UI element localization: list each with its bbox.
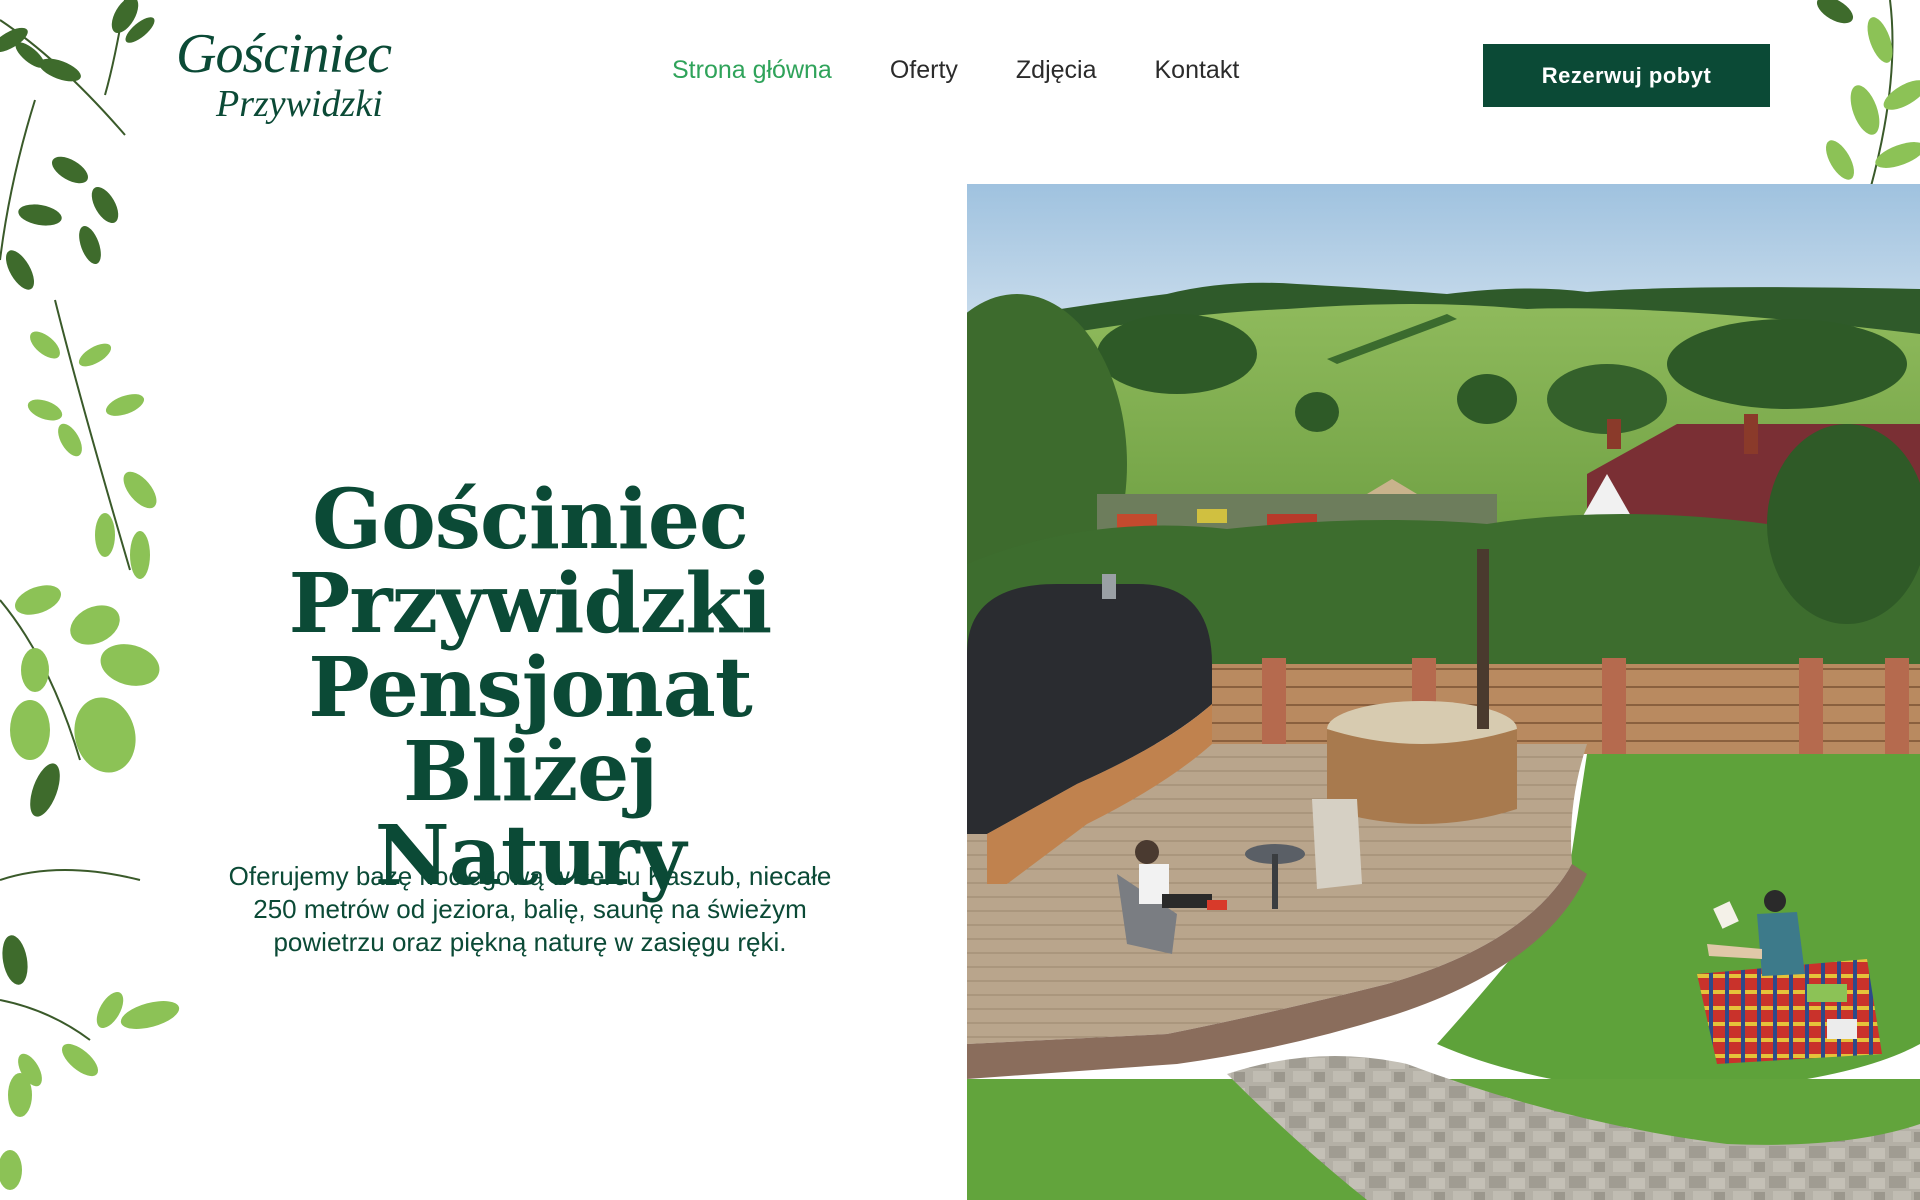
main-navigation: Strona główna Oferty Zdjęcia Kontakt xyxy=(672,56,1239,85)
hero-title-line-2: Przywidzki xyxy=(288,556,773,652)
hero-subtitle: Oferujemy bazę noclegową w sercu Kaszub,… xyxy=(228,861,832,957)
page: Gościniec Przywidzki Strona główna Ofert… xyxy=(0,0,1920,1200)
hero-title-line-1: Gościniec xyxy=(312,472,749,568)
leaf-branch-left-icon xyxy=(0,0,180,1190)
nav-item-home[interactable]: Strona główna xyxy=(672,56,832,85)
hero-photo-illustration xyxy=(967,184,1920,1200)
hero-title-line-3: Pensjonat Bliżej xyxy=(308,640,752,820)
nav-item-offers[interactable]: Oferty xyxy=(890,56,958,85)
nav-item-contact[interactable]: Kontakt xyxy=(1155,56,1240,85)
hero-title: Gościniec Przywidzki Pensjonat Bliżej Na… xyxy=(190,478,870,898)
logo-line-2: Przywidzki xyxy=(216,83,383,125)
site-logo[interactable]: Gościniec Przywidzki xyxy=(176,24,392,134)
nav-item-photos[interactable]: Zdjęcia xyxy=(1016,56,1097,85)
book-stay-button[interactable]: Rezerwuj pobyt xyxy=(1483,44,1770,107)
hero-photo xyxy=(967,184,1920,1200)
logo-line-1: Gościniec xyxy=(176,23,392,85)
leaf-branch-right-icon xyxy=(1816,0,1920,190)
